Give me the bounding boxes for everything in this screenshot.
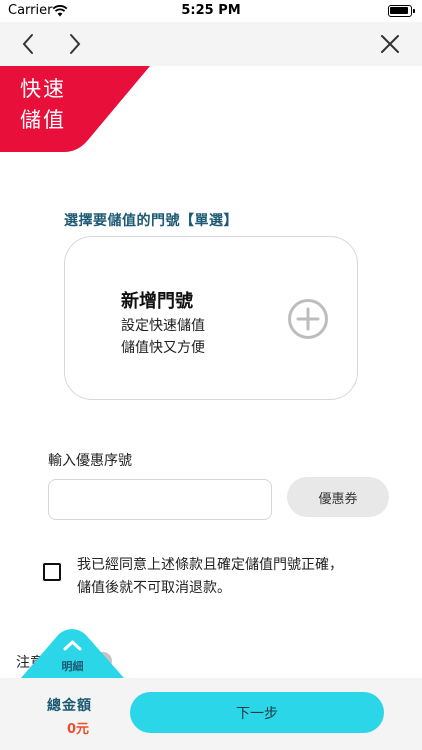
back-icon — [22, 34, 33, 54]
coupon-button[interactable]: 優惠券 — [287, 477, 389, 517]
add-door-title: 新增門號 — [121, 291, 193, 312]
clock: 5:25 PM — [181, 3, 241, 18]
total-label: 總金額 — [47, 698, 92, 714]
badge-line-1: 快速 — [20, 77, 66, 101]
status-bar: Carrier 5:25 PM — [0, 0, 422, 22]
badge-title: 快速 儲值 — [20, 74, 80, 136]
forward-button[interactable] — [61, 30, 89, 58]
add-door-desc-1: 設定快速儲值 — [121, 318, 205, 334]
coupon-input[interactable] — [48, 479, 272, 520]
back-button[interactable] — [14, 30, 42, 58]
close-icon — [381, 35, 399, 53]
badge-line-2: 儲值 — [20, 108, 66, 132]
close-button[interactable] — [376, 30, 404, 58]
bottom-bar: 總金額 0元 下一步 — [0, 678, 422, 750]
nav-bar — [0, 22, 422, 66]
battery-icon — [388, 5, 415, 17]
forward-icon — [70, 34, 81, 54]
add-door-card[interactable]: 新增門號 設定快速儲值 儲值快又方便 — [64, 236, 358, 400]
agree-text: 我已經同意上述條款且確定儲值門號正確，儲值後就不可取消退款。 — [77, 557, 343, 596]
next-step-button[interactable]: 下一步 — [130, 692, 384, 733]
door-section-label: 選擇要儲值的門號【單選】 — [64, 213, 238, 229]
details-label: 明細 — [61, 660, 84, 673]
agree-checkbox[interactable] — [43, 563, 61, 581]
coupon-label: 輸入優惠序號 — [48, 453, 132, 469]
add-door-desc-2: 儲值快又方便 — [121, 340, 205, 356]
plus-circle-icon — [288, 299, 328, 339]
quick-topup-badge: 快速 儲值 — [0, 66, 150, 152]
details-tab[interactable]: 明細 — [21, 628, 124, 678]
